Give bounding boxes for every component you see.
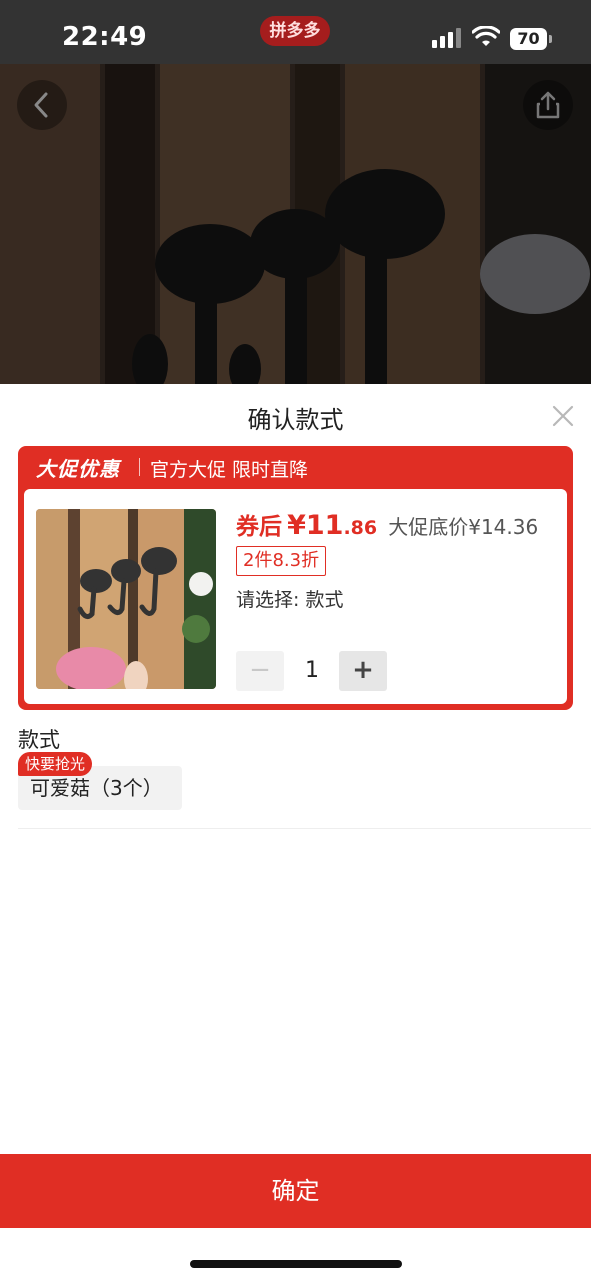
low-stock-tag: 快要抢光	[18, 752, 93, 776]
quantity-decrease-button[interactable]: −	[236, 651, 284, 691]
signal-icon	[432, 28, 462, 48]
share-icon	[536, 91, 560, 119]
battery-level: 70	[510, 28, 547, 50]
promo-subtitle: 官方大促 限时直降	[150, 459, 309, 481]
promo-header: 大促优惠 官方大促 限时直降	[18, 446, 573, 486]
promo-panel: 大促优惠 官方大促 限时直降 券后 ¥11.86 大促底价¥14.36 2件8.…	[18, 446, 573, 710]
confirm-button[interactable]: 确定	[0, 1154, 591, 1228]
style-section-title: 款式	[18, 728, 60, 752]
share-button[interactable]	[523, 80, 573, 130]
choose-hint: 请选择: 款式	[236, 589, 344, 611]
price-decimal: .86	[343, 517, 378, 539]
product-thumbnail[interactable]	[36, 509, 216, 689]
battery-icon: 70	[510, 28, 552, 50]
quantity-value: 1	[305, 658, 319, 683]
app-badge: 拼多多	[260, 16, 330, 46]
product-hero-image	[0, 64, 591, 384]
status-time: 22:49	[62, 22, 148, 52]
product-thumbnail-image	[36, 509, 216, 689]
price-integer: ¥11	[287, 510, 344, 541]
chevron-left-icon	[34, 92, 48, 118]
home-indicator[interactable]	[190, 1260, 402, 1268]
promo-divider	[139, 458, 140, 476]
wifi-icon	[472, 26, 500, 46]
back-button[interactable]	[17, 80, 67, 130]
status-bar: 22:49 拼多多 70	[0, 0, 591, 64]
select-style-sheet: 确认款式 大促优惠 官方大促 限时直降 券后 ¥11.86 大促底价¥14.36…	[0, 384, 591, 1280]
product-card: 券后 ¥11.86 大促底价¥14.36 2件8.3折 请选择: 款式 − 1 …	[24, 489, 567, 704]
coupon-price-label: 券后	[236, 514, 282, 540]
sheet-title: 确认款式	[247, 406, 344, 434]
close-icon[interactable]	[550, 403, 576, 429]
divider	[18, 828, 591, 829]
discount-badge: 2件8.3折	[236, 546, 327, 576]
promo-base-price: 大促底价¥14.36	[388, 515, 539, 539]
quantity-increase-button[interactable]: +	[339, 651, 387, 691]
promo-brand: 大促优惠	[36, 457, 120, 481]
price-line: 券后 ¥11.86 大促底价¥14.36	[236, 507, 538, 541]
